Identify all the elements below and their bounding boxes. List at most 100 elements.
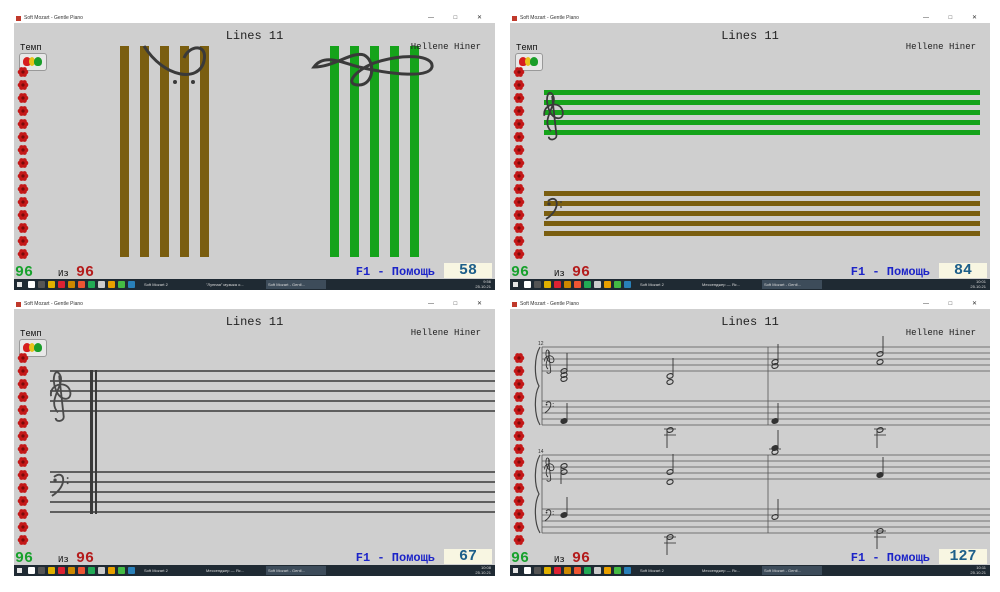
taskbar-app-icon[interactable] bbox=[534, 567, 541, 574]
brown-staff-line bbox=[140, 46, 149, 257]
taskbar-app-icon[interactable] bbox=[48, 281, 55, 288]
taskbar-app-icon[interactable] bbox=[58, 281, 65, 288]
taskbar-app-icon[interactable] bbox=[574, 567, 581, 574]
window-titlebar: Soft Mozart - Gentle Piano — □ ✕ bbox=[510, 300, 990, 309]
help-hint[interactable]: F1 - Помощь bbox=[851, 551, 930, 565]
taskbar-window-button[interactable]: Soft Mozart 2 bbox=[638, 280, 698, 289]
window-controls[interactable]: — □ ✕ bbox=[428, 14, 491, 23]
taskbar-window-button[interactable]: Мессенджер — Яс... bbox=[204, 566, 264, 575]
taskbar-window-button[interactable]: Soft Mozart 2 bbox=[142, 280, 202, 289]
flower-icon bbox=[513, 80, 525, 90]
brown-staff-line bbox=[544, 221, 980, 226]
taskbar-app-icon[interactable] bbox=[574, 281, 581, 288]
bass-clef-icon bbox=[544, 401, 552, 414]
start-button[interactable] bbox=[17, 568, 22, 573]
taskbar-app-icon[interactable] bbox=[524, 567, 531, 574]
flower-icon bbox=[513, 405, 525, 415]
taskbar-app-icon[interactable] bbox=[614, 567, 621, 574]
taskbar-app-icon[interactable] bbox=[78, 567, 85, 574]
taskbar-app-icon[interactable] bbox=[128, 567, 135, 574]
flower-icon bbox=[17, 184, 29, 194]
taskbar-window-button[interactable]: Мессенджер — Яс... bbox=[700, 566, 760, 575]
taskbar-app-icon[interactable] bbox=[108, 567, 115, 574]
window-controls[interactable]: — □ ✕ bbox=[428, 300, 491, 309]
brown-staff-line bbox=[180, 46, 189, 257]
taskbar-app-icon[interactable] bbox=[78, 281, 85, 288]
taskbar-app-icon[interactable] bbox=[614, 281, 621, 288]
help-hint[interactable]: F1 - Помощь bbox=[851, 265, 930, 279]
note-counter: 84 bbox=[939, 263, 987, 278]
taskbar-window-button[interactable]: Soft Mozart - Gentl... bbox=[762, 280, 822, 289]
of-label: Из bbox=[554, 555, 565, 565]
taskbar-app-icon[interactable] bbox=[584, 567, 591, 574]
taskbar-app-icon[interactable] bbox=[28, 567, 35, 574]
taskbar-app-icon[interactable] bbox=[544, 567, 551, 574]
taskbar-app-icon[interactable] bbox=[564, 281, 571, 288]
flower-icon bbox=[17, 171, 29, 181]
green-staff-line bbox=[544, 100, 980, 105]
taskbar-app-icon[interactable] bbox=[544, 281, 551, 288]
taskbar-window-button[interactable]: Soft Mozart 2 bbox=[638, 566, 698, 575]
tempo-label: Темп bbox=[20, 43, 42, 53]
taskbar-app-icon[interactable] bbox=[554, 567, 561, 574]
taskbar-app-icon[interactable] bbox=[38, 281, 45, 288]
taskbar-app-icon[interactable] bbox=[58, 567, 65, 574]
taskbar-app-icon[interactable] bbox=[48, 567, 55, 574]
taskbar-app-icon[interactable] bbox=[584, 281, 591, 288]
taskbar-app-icon[interactable] bbox=[118, 567, 125, 574]
author-name: Hellene Hiner bbox=[905, 42, 976, 52]
taskbar-app-icon[interactable] bbox=[68, 281, 75, 288]
taskbar-app-icon[interactable] bbox=[128, 281, 135, 288]
of-label: Из bbox=[58, 269, 69, 279]
window-title: Soft Mozart - Gentle Piano bbox=[520, 15, 579, 21]
taskbar-app-icon[interactable] bbox=[98, 281, 105, 288]
window-controls[interactable]: — □ ✕ bbox=[923, 14, 986, 23]
taskbar-window-button[interactable]: Soft Mozart - Gentl... bbox=[266, 566, 326, 575]
start-button[interactable] bbox=[17, 282, 22, 287]
taskbar-app-icon[interactable] bbox=[604, 281, 611, 288]
taskbar-app-icon[interactable] bbox=[108, 281, 115, 288]
flower-icon bbox=[17, 210, 29, 220]
taskbar-app-icon[interactable] bbox=[594, 567, 601, 574]
treble-clef-icon bbox=[544, 349, 555, 374]
flower-icon bbox=[17, 522, 29, 532]
flower-column bbox=[513, 66, 525, 261]
flower-icon bbox=[513, 522, 525, 532]
taskbar-app-icon[interactable] bbox=[624, 567, 631, 574]
window-controls[interactable]: — □ ✕ bbox=[923, 300, 986, 309]
taskbar-window-button[interactable]: Мессенджер — Яс... bbox=[700, 280, 760, 289]
taskbar-app-icon[interactable] bbox=[564, 567, 571, 574]
start-button[interactable] bbox=[513, 282, 518, 287]
taskbar-app-icon[interactable] bbox=[38, 567, 45, 574]
taskbar-app-icon[interactable] bbox=[88, 281, 95, 288]
taskbar-window-button[interactable]: "Лунная" музыка о... bbox=[204, 280, 264, 289]
taskbar-app-icon[interactable] bbox=[534, 281, 541, 288]
taskbar-window-button[interactable]: Soft Mozart - Gentl... bbox=[266, 280, 326, 289]
taskbar-app-icon[interactable] bbox=[554, 281, 561, 288]
taskbar-clock: 9:56 25.10.21 bbox=[475, 279, 491, 289]
taskbar-app-icon[interactable] bbox=[98, 567, 105, 574]
flower-icon bbox=[513, 418, 525, 428]
taskbar-app-icon[interactable] bbox=[118, 281, 125, 288]
taskbar-app-icon[interactable] bbox=[524, 281, 531, 288]
help-hint[interactable]: F1 - Помощь bbox=[356, 265, 435, 279]
taskbar-app-icon[interactable] bbox=[68, 567, 75, 574]
flower-icon bbox=[17, 418, 29, 428]
help-hint[interactable]: F1 - Помощь bbox=[356, 551, 435, 565]
taskbar-window-button[interactable]: Soft Mozart - Gentl... bbox=[762, 566, 822, 575]
flower-icon bbox=[513, 483, 525, 493]
taskbar-app-icon[interactable] bbox=[604, 567, 611, 574]
brace-icon bbox=[534, 346, 541, 426]
taskbar-app-icon[interactable] bbox=[594, 281, 601, 288]
start-button[interactable] bbox=[513, 568, 518, 573]
flower-icon bbox=[17, 509, 29, 519]
taskbar-window-button[interactable]: Soft Mozart 2 bbox=[142, 566, 202, 575]
taskbar-app-icon[interactable] bbox=[28, 281, 35, 288]
flower-icon bbox=[17, 119, 29, 129]
flower-column bbox=[17, 66, 29, 261]
flower-icon bbox=[513, 158, 525, 168]
of-label: Из bbox=[554, 269, 565, 279]
taskbar-app-icon[interactable] bbox=[88, 567, 95, 574]
flower-icon bbox=[17, 392, 29, 402]
taskbar-app-icon[interactable] bbox=[624, 281, 631, 288]
